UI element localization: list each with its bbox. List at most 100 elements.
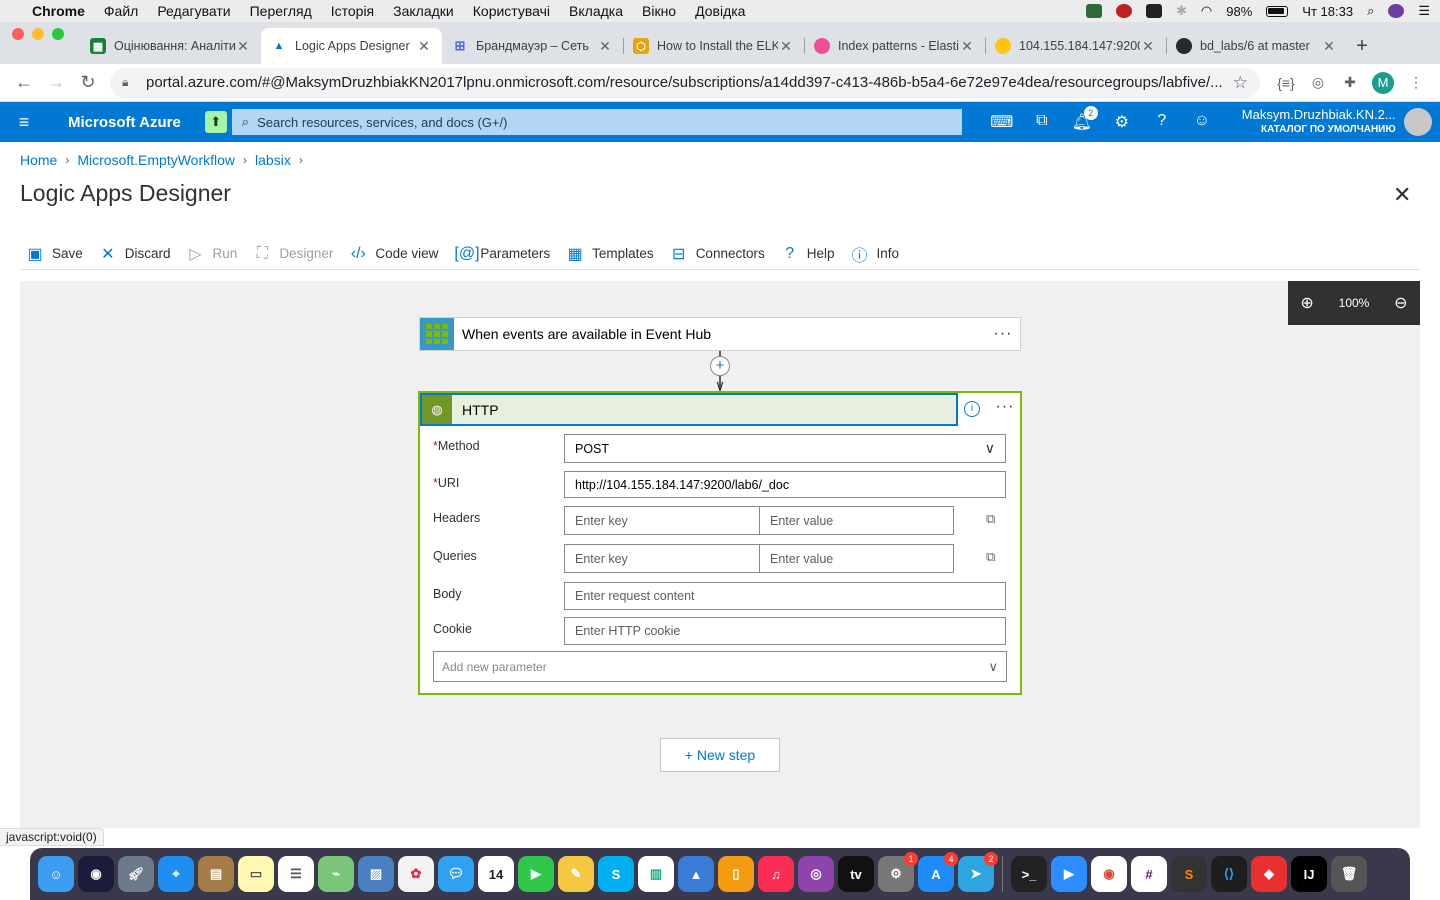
menu-history[interactable]: Історія bbox=[331, 3, 374, 19]
close-tab-icon[interactable]: ✕ bbox=[1140, 38, 1156, 55]
query-key-input[interactable]: Enter key bbox=[564, 544, 760, 573]
zoom-in-icon[interactable]: ⊕ bbox=[1300, 293, 1313, 313]
profile-avatar[interactable]: M bbox=[1372, 71, 1394, 94]
cloud-shell-icon[interactable]: ⌨ bbox=[982, 112, 1022, 132]
safari-icon[interactable]: ⌖ bbox=[158, 856, 194, 892]
preview-icon[interactable]: ▨ bbox=[358, 856, 394, 892]
close-tab-icon[interactable]: ✕ bbox=[416, 38, 432, 55]
code-view-button[interactable]: ‹/› Code view bbox=[349, 245, 439, 263]
parameters-button[interactable]: [@] Parameters bbox=[454, 245, 550, 263]
slack-icon[interactable]: # bbox=[1131, 856, 1167, 892]
help-button[interactable]: ? Help bbox=[781, 245, 834, 263]
user-avatar[interactable] bbox=[1403, 108, 1432, 136]
run-button[interactable]: ▷ Run bbox=[187, 244, 237, 264]
new-step-button[interactable]: + New step bbox=[660, 738, 780, 772]
music-icon[interactable]: ♫ bbox=[758, 856, 794, 892]
settings-gear-icon[interactable]: ⚙ bbox=[1102, 112, 1142, 132]
close-window-button[interactable] bbox=[12, 28, 24, 40]
calendar-icon[interactable]: 14 bbox=[478, 856, 514, 892]
close-tab-icon[interactable]: ✕ bbox=[959, 38, 975, 55]
url-text[interactable]: portal.azure.com/#@MaksymDruzhbiakKN2017… bbox=[146, 74, 1233, 91]
lock-icon[interactable]: 🔒︎ bbox=[122, 75, 136, 90]
siri-icon[interactable]: ◉ bbox=[78, 856, 114, 892]
reload-icon[interactable]: ↻ bbox=[72, 72, 104, 93]
method-select[interactable]: POST ∨ bbox=[564, 434, 1006, 463]
cookie-input[interactable]: Enter HTTP cookie bbox=[564, 617, 1006, 645]
status-app-icon[interactable] bbox=[1116, 4, 1133, 18]
more-options-icon[interactable]: ··· bbox=[988, 398, 1022, 416]
info-button[interactable]: ⓘ Info bbox=[851, 242, 899, 266]
photos-icon[interactable]: ✿ bbox=[398, 856, 434, 892]
browser-tab[interactable]: 104.155.184.147:9200 ✕ bbox=[985, 28, 1166, 64]
menu-view[interactable]: Перегляд bbox=[250, 3, 312, 19]
insert-step-button[interactable]: + bbox=[710, 356, 730, 376]
app-store-icon[interactable]: A4 bbox=[918, 852, 958, 892]
breadcrumb-home[interactable]: Home bbox=[20, 152, 57, 168]
zoom-out-icon[interactable]: ⊖ bbox=[1394, 293, 1407, 313]
discard-button[interactable]: ✕ Discard bbox=[99, 244, 170, 264]
account-info[interactable]: Maksym.Druzhbiak.KN.2... КАТАЛОГ ПО УМОЛ… bbox=[1242, 107, 1396, 137]
templates-button[interactable]: ▦ Templates bbox=[566, 244, 654, 264]
skype-icon[interactable]: S bbox=[598, 856, 634, 892]
podcasts-icon[interactable]: ◎ bbox=[798, 856, 834, 892]
notes-sketch-icon[interactable]: ✎ bbox=[558, 856, 594, 892]
trigger-card[interactable]: When events are available in Event Hub ·… bbox=[419, 317, 1021, 351]
connectors-button[interactable]: ⊟ Connectors bbox=[670, 244, 765, 264]
vscode-icon[interactable]: ⟨⟩ bbox=[1211, 856, 1247, 892]
breadcrumb-workflow[interactable]: Microsoft.EmptyWorkflow bbox=[77, 152, 235, 168]
close-tab-icon[interactable]: ✕ bbox=[778, 38, 794, 55]
apple-tv-icon[interactable]: tv bbox=[838, 856, 874, 892]
numbers-icon[interactable]: ▥ bbox=[638, 856, 674, 892]
close-tab-icon[interactable]: ✕ bbox=[235, 38, 251, 55]
feedback-smiley-icon[interactable]: ☺ bbox=[1182, 112, 1222, 132]
puzzle-icon[interactable]: ✚ bbox=[1334, 74, 1366, 91]
action-info-icon[interactable]: i bbox=[964, 401, 980, 417]
extension-circle-icon[interactable]: ◎ bbox=[1302, 74, 1334, 91]
back-icon[interactable]: ← bbox=[8, 72, 40, 93]
notes-icon[interactable]: ▭ bbox=[238, 856, 274, 892]
switch-to-text-mode-icon[interactable]: ⧉ bbox=[986, 549, 1000, 564]
menu-app-name[interactable]: Chrome bbox=[32, 3, 85, 19]
save-button[interactable]: ▣ Save bbox=[26, 244, 82, 264]
zoom-window-button[interactable] bbox=[52, 28, 64, 40]
switch-to-text-mode-icon[interactable]: ⧉ bbox=[986, 511, 1000, 526]
add-new-parameter-dropdown[interactable]: Add new parameter ∨ bbox=[433, 651, 1007, 682]
contacts-icon[interactable]: ▤ bbox=[198, 856, 234, 892]
terminal-icon[interactable]: >_ bbox=[1011, 856, 1047, 892]
menu-edit[interactable]: Редагувати bbox=[157, 3, 230, 19]
bluetooth-icon[interactable]: ✱ bbox=[1176, 3, 1187, 19]
keynote-icon[interactable]: ▲ bbox=[678, 856, 714, 892]
help-icon[interactable]: ? bbox=[1142, 112, 1182, 132]
books-icon[interactable]: ▯ bbox=[718, 856, 754, 892]
more-options-icon[interactable]: ··· bbox=[986, 325, 1020, 343]
reminders-icon[interactable]: ☰ bbox=[278, 856, 314, 892]
clock[interactable]: Чт 18:33 bbox=[1302, 4, 1353, 19]
browser-tab[interactable]: ▦ Оцінювання: Аналіти ✕ bbox=[80, 28, 261, 64]
wifi-icon[interactable]: ◠ bbox=[1201, 3, 1212, 19]
extension-json-icon[interactable]: {≡} bbox=[1270, 75, 1302, 91]
minimize-window-button[interactable] bbox=[32, 28, 44, 40]
designer-canvas[interactable]: ⊕ 100% ⊖ When events are available in Ev… bbox=[20, 281, 1420, 828]
upgrade-icon[interactable]: ⬆ bbox=[204, 111, 227, 133]
query-value-input[interactable]: Enter value bbox=[759, 544, 954, 573]
menu-window[interactable]: Вікно bbox=[642, 3, 676, 19]
browser-tab-active[interactable]: ▲ Logic Apps Designer ✕ bbox=[261, 28, 442, 64]
chrome-icon[interactable]: ◉ bbox=[1091, 856, 1127, 892]
messages-icon[interactable]: 💬︎ bbox=[438, 856, 474, 892]
header-value-input[interactable]: Enter value bbox=[759, 506, 954, 535]
system-preferences-icon[interactable]: ⚙ 1 bbox=[878, 852, 918, 892]
bookmark-star-icon[interactable]: ☆ bbox=[1233, 73, 1248, 93]
facetime-icon[interactable]: ▶ bbox=[518, 856, 554, 892]
input-source-icon[interactable] bbox=[1146, 4, 1163, 18]
siri-icon[interactable] bbox=[1388, 4, 1405, 18]
global-search-input[interactable]: ⌕ Search resources, services, and docs (… bbox=[231, 109, 962, 135]
notifications-bell-icon[interactable]: 🔔︎ 2 bbox=[1062, 106, 1102, 132]
finder-icon[interactable]: ☺ bbox=[38, 856, 74, 892]
intellij-icon[interactable]: IJ bbox=[1291, 856, 1327, 892]
browser-tab[interactable]: Index patterns - Elastic ✕ bbox=[804, 28, 985, 64]
zoom-app-icon[interactable]: ▶ bbox=[1051, 856, 1087, 892]
hamburger-menu-icon[interactable]: ≡ bbox=[0, 112, 48, 133]
trash-icon[interactable]: 🗑︎ bbox=[1331, 856, 1367, 892]
http-action-header[interactable]: ◍ HTTP bbox=[420, 393, 958, 426]
battery-icon[interactable] bbox=[1266, 5, 1289, 17]
